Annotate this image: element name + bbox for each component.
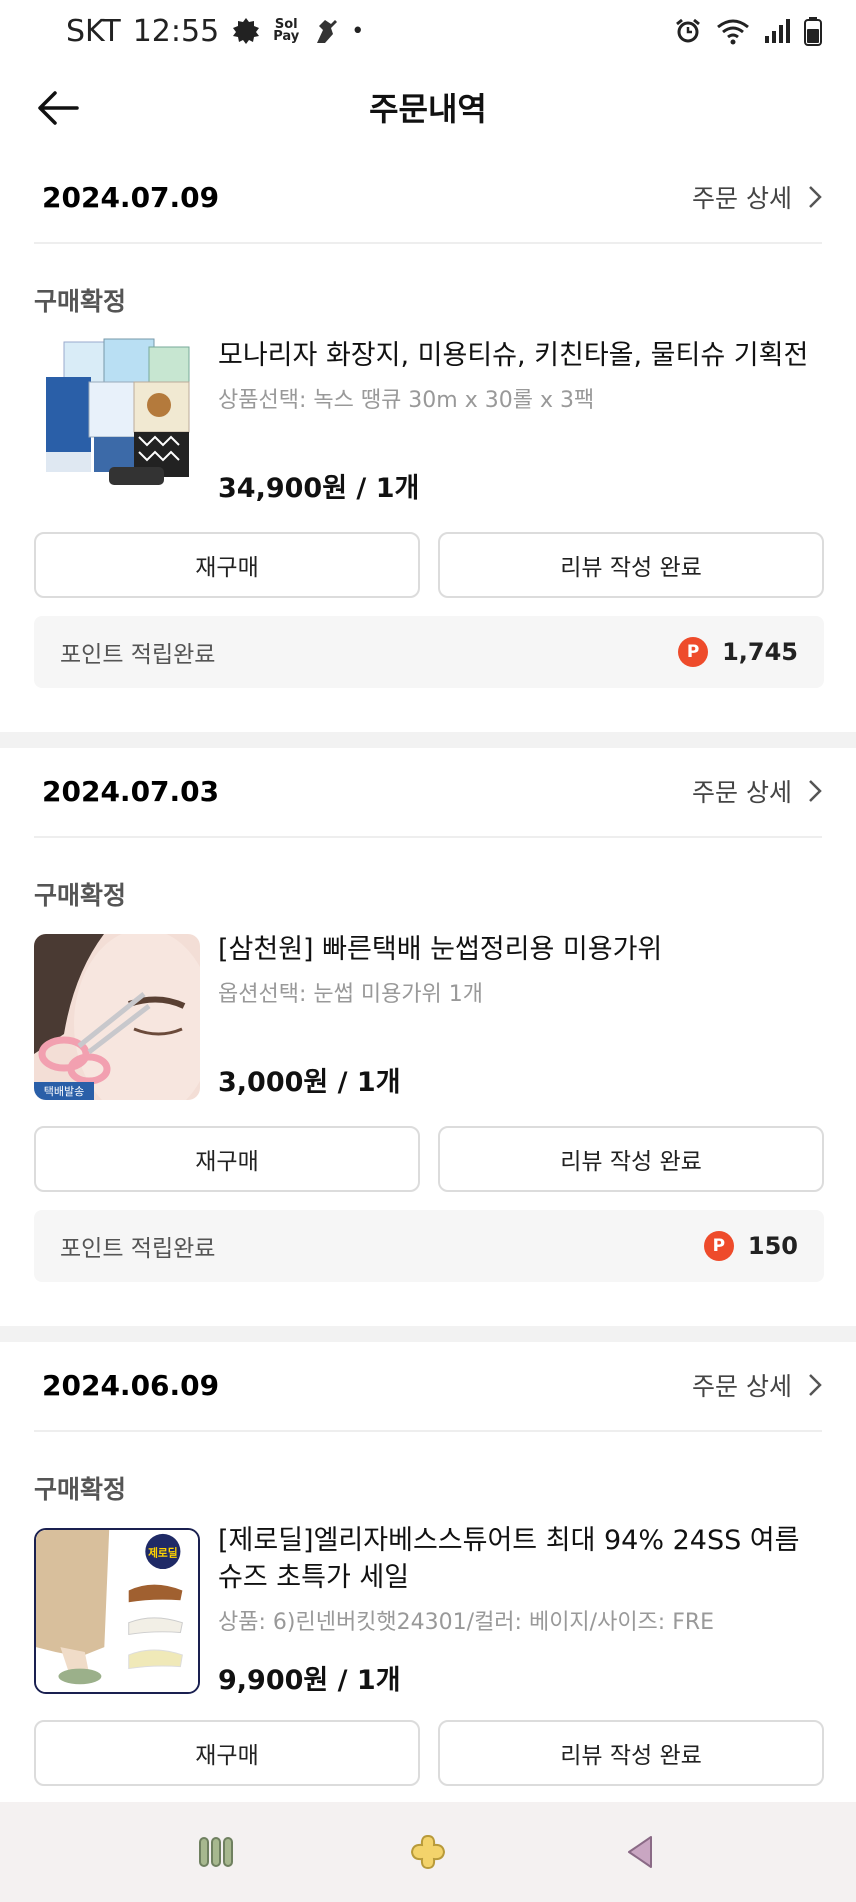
order-detail-link[interactable]: 주문 상세 [692, 1367, 822, 1403]
system-nav-bar [0, 1802, 856, 1902]
order-header: 2024.07.09 주문 상세 [34, 152, 822, 244]
order-detail-link[interactable]: 주문 상세 [692, 773, 822, 809]
points-value: 150 [747, 1232, 798, 1260]
product-name[interactable]: [제로딜]엘리자베스스튜어트 최대 94% 24SS 여름 슈즈 초특가 세일 [218, 1522, 822, 1596]
home-button[interactable] [383, 1817, 473, 1887]
chevron-right-icon [809, 780, 822, 802]
signal-icon [764, 18, 790, 44]
order-card: 2024.07.03 주문 상세 구매확정 택배발송 [삼천원] 빠른택배 눈썹… [0, 746, 856, 1326]
alarm-icon [674, 17, 702, 45]
runner-icon [311, 16, 339, 46]
carrier-label: SKT [66, 13, 121, 49]
points-amount: P 150 [703, 1231, 798, 1261]
thumb-tag: 택배발송 [44, 1085, 84, 1098]
clock-time: 12:55 [132, 13, 220, 49]
chevron-right-icon [809, 1374, 822, 1396]
settings-badge-icon [231, 16, 261, 46]
status-bar-right [674, 16, 822, 46]
home-icon [410, 1834, 446, 1870]
order-status: 구매확정 [34, 1475, 127, 1504]
order-detail-label: 주문 상세 [692, 778, 792, 807]
product-thumbnail[interactable]: 택배발송 [34, 934, 200, 1100]
review-complete-button[interactable]: 리뷰 작성 완료 [438, 1720, 824, 1786]
order-card: 2024.07.09 주문 상세 구매확정 모나리자 화장지, 미용티슈, 키친… [0, 152, 856, 732]
order-detail-label: 주문 상세 [692, 184, 792, 213]
points-value: 1,745 [722, 638, 798, 666]
order-detail-link[interactable]: 주문 상세 [692, 179, 822, 215]
product-price: 9,900원 / 1개 [218, 1665, 401, 1696]
point-badge-icon: P [678, 637, 709, 667]
rebuy-button[interactable]: 재구매 [34, 1720, 420, 1786]
points-label: 포인트 적립완료 [60, 642, 216, 668]
product-name[interactable]: 모나리자 화장지, 미용티슈, 키친타올, 물티슈 기획전 [218, 337, 822, 374]
sol-pay-icon: Sol Pay [273, 18, 300, 44]
order-header: 2024.06.09 주문 상세 [34, 1340, 822, 1432]
battery-icon [804, 16, 822, 46]
recent-apps-button[interactable] [171, 1817, 261, 1887]
back-nav-button[interactable] [595, 1817, 685, 1887]
product-option: 옵션선택: 눈썹 미용가위 1개 [218, 982, 484, 1007]
points-label: 포인트 적립완료 [60, 1236, 216, 1262]
pay-bottom: Pay [273, 29, 300, 44]
product-price: 34,900원 / 1개 [218, 473, 420, 504]
order-date: 2024.07.03 [42, 774, 220, 808]
product-name-line2: 슈즈 초특가 세일 [218, 1562, 410, 1593]
recent-apps-icon [199, 1837, 233, 1867]
back-button[interactable] [34, 84, 82, 132]
notification-dot: • [351, 18, 365, 44]
review-complete-button[interactable]: 리뷰 작성 완료 [438, 532, 824, 598]
order-status: 구매확정 [34, 881, 127, 910]
point-badge-icon: P [703, 1231, 734, 1261]
order-date: 2024.06.09 [42, 1368, 220, 1402]
points-row: 포인트 적립완료 P 150 [34, 1210, 824, 1282]
product-name-line1: [제로딜]엘리자베스스튜어트 최대 94% 24SS 여름 [218, 1525, 800, 1556]
wifi-icon [716, 17, 750, 45]
product-name[interactable]: [삼천원] 빠른택배 눈썹정리용 미용가위 [218, 931, 822, 968]
tissue-products-image [34, 327, 200, 493]
page-title: 주문내역 [369, 90, 487, 128]
order-status: 구매확정 [34, 287, 127, 316]
zero-deal-badge: 제로딜 [148, 1546, 178, 1559]
points-row: 포인트 적립완료 P 1,745 [34, 616, 824, 688]
rebuy-button[interactable]: 재구매 [34, 532, 420, 598]
product-price: 3,000원 / 1개 [218, 1067, 401, 1098]
product-option: 상품선택: 녹스 땡큐 30m x 30롤 x 3팩 [218, 388, 595, 413]
rebuy-button[interactable]: 재구매 [34, 1126, 420, 1192]
status-bar: SKT 12:55 Sol Pay • [0, 0, 856, 62]
order-detail-label: 주문 상세 [692, 1372, 792, 1401]
order-header: 2024.07.03 주문 상세 [34, 746, 822, 838]
product-option: 상품: 6)린넨버킷햇24301/컬러: 베이지/사이즈: FRE [218, 1610, 715, 1635]
points-amount: P 1,745 [678, 637, 798, 667]
product-thumbnail[interactable] [34, 327, 200, 493]
status-bar-left: SKT 12:55 Sol Pay • [66, 14, 364, 49]
product-thumbnail[interactable]: 제로딜 [34, 1528, 200, 1694]
review-complete-button[interactable]: 리뷰 작성 완료 [438, 1126, 824, 1192]
order-date: 2024.07.09 [42, 180, 220, 214]
order-card: 2024.06.09 주문 상세 구매확정 제로딜 [제로딜]엘리자베스스튜어트… [0, 1340, 856, 1802]
summer-shoes-image: 제로딜 [36, 1530, 198, 1692]
chevron-right-icon [809, 186, 822, 208]
app-header: 주문내역 [0, 62, 856, 152]
back-triangle-icon [628, 1836, 652, 1868]
arrow-left-icon [38, 91, 79, 125]
eyebrow-scissors-image: 택배발송 [34, 934, 200, 1100]
